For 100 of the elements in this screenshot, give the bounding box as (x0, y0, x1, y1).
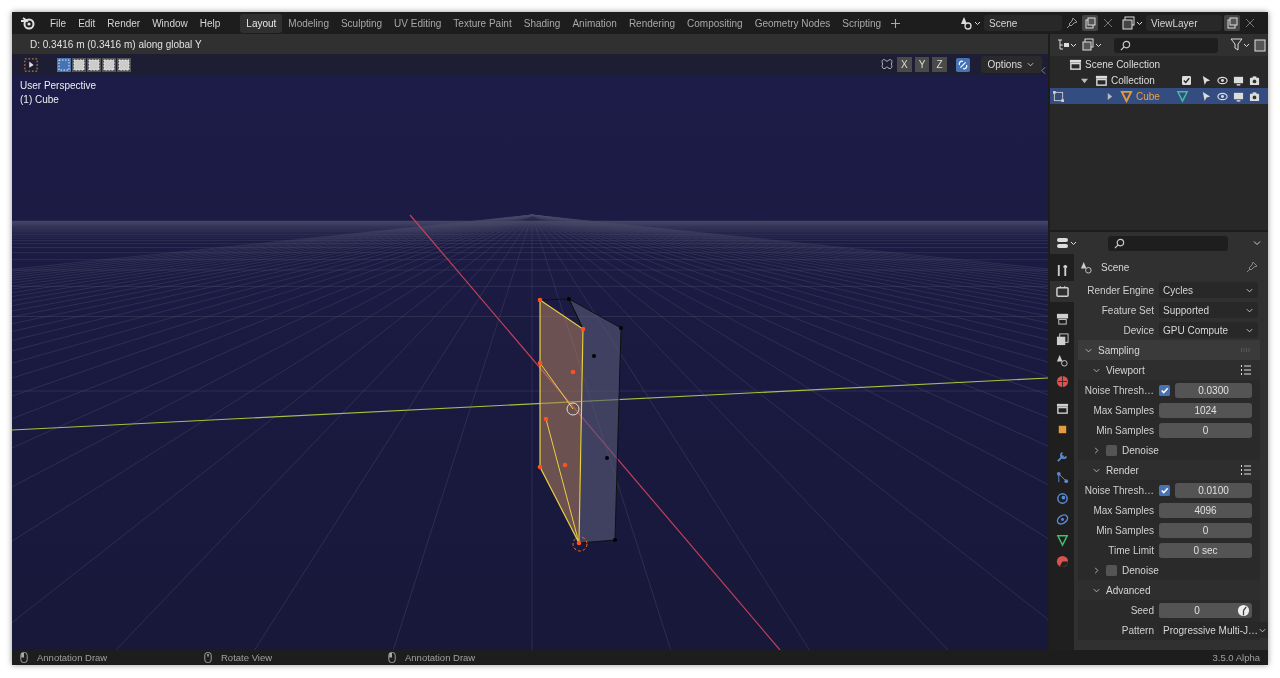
drag-handle-icon[interactable] (1240, 347, 1252, 353)
editor-type-icon[interactable] (1056, 236, 1078, 250)
options-dropdown[interactable]: Options (980, 56, 1042, 73)
workspace-tab[interactable]: UV Editing (388, 13, 448, 33)
workspace-tab[interactable]: Animation (566, 13, 623, 33)
eye-icon[interactable] (1217, 74, 1228, 86)
version-text: 3.5.0 Alpha (1212, 652, 1260, 663)
tool-icon (1055, 264, 1069, 277)
list-icon[interactable] (1240, 364, 1252, 376)
workspace-tab[interactable]: Modeling (282, 13, 335, 33)
chevron-down-icon (1026, 60, 1035, 69)
number-field[interactable]: 1024 (1159, 402, 1252, 418)
monitor-icon[interactable] (1233, 74, 1244, 86)
viewport-info-text: (1) Cube (20, 94, 60, 105)
butterfly-icon[interactable] (880, 57, 895, 72)
outliner-row[interactable]: Scene Collection (1050, 56, 1268, 72)
search-field[interactable] (1108, 235, 1228, 251)
add-workspace-icon[interactable] (891, 18, 901, 28)
filter-icon[interactable] (1229, 38, 1251, 52)
view-layer-field[interactable]: ViewLayer (1146, 15, 1222, 31)
selection-mode-icon[interactable] (102, 57, 116, 72)
checkbox[interactable] (1106, 564, 1117, 576)
outliner-row[interactable]: Cube (1050, 88, 1268, 104)
number-field[interactable]: 0 sec (1159, 542, 1252, 558)
number-field[interactable]: 0 (1159, 522, 1252, 538)
filter-mode-icon[interactable] (1081, 38, 1103, 52)
axis-toggle[interactable]: Z (932, 57, 947, 72)
camera-icon[interactable] (1249, 74, 1260, 86)
property-label: Device (1122, 324, 1154, 336)
disclosure-triangle-icon[interactable] (1106, 92, 1113, 100)
panel-header[interactable]: Denoise (1078, 440, 1260, 460)
property-label: Noise Thresh… (1083, 384, 1154, 396)
dropdown[interactable]: Supported (1159, 302, 1258, 318)
link-icon[interactable] (955, 57, 970, 72)
number-field[interactable]: 0.0100 (1175, 482, 1252, 498)
properties-tab[interactable] (1050, 281, 1074, 302)
pin-icon[interactable] (1244, 259, 1260, 275)
number-field[interactable]: 4096 (1159, 502, 1252, 518)
chevron-down-icon[interactable] (1252, 238, 1262, 248)
workspace-tab[interactable]: Shading (517, 13, 567, 33)
cursor-arrow-icon[interactable] (1201, 74, 1212, 86)
workspace-tab[interactable]: Geometry Nodes (748, 13, 837, 33)
checkbox[interactable] (1182, 75, 1191, 85)
copy-icon[interactable] (1224, 15, 1240, 31)
dropdown[interactable]: GPU Compute (1159, 322, 1258, 338)
eye-icon[interactable] (1217, 90, 1228, 102)
workspace-tab[interactable]: Rendering (622, 13, 682, 33)
status-hint: Annotation Draw (405, 652, 476, 663)
workspace-tab[interactable]: Compositing (681, 13, 749, 33)
axis-toggle[interactable]: Y (914, 57, 930, 72)
menu-item[interactable]: Window (146, 17, 194, 29)
display-mode-icon[interactable] (1056, 38, 1078, 52)
menu-item[interactable]: File (44, 17, 73, 29)
clock-icon[interactable] (1237, 603, 1250, 617)
printer-icon (1055, 312, 1069, 325)
checkbox[interactable] (1106, 444, 1117, 456)
menu-item[interactable]: Render (101, 17, 147, 29)
checkbox[interactable] (1159, 484, 1170, 496)
triangle-icon (1120, 89, 1133, 103)
selection-mode-icon[interactable] (57, 57, 71, 72)
menu-item[interactable]: Help (193, 17, 227, 29)
scene-field[interactable]: Scene (984, 15, 1062, 31)
search-field[interactable] (1114, 37, 1218, 53)
number-field[interactable]: 0.0300 (1175, 382, 1252, 398)
selection-mode-icon[interactable] (117, 57, 131, 72)
property-label: Max Samples (1092, 404, 1154, 416)
selection-mode-icon[interactable] (72, 57, 86, 72)
camera-icon[interactable] (1249, 90, 1260, 102)
pin-icon[interactable] (1064, 15, 1080, 31)
number-field[interactable]: 0 (1159, 422, 1252, 438)
monitor-icon[interactable] (1233, 90, 1244, 102)
scene-icon (1080, 260, 1093, 274)
workspace-tab[interactable]: Texture Paint (447, 13, 518, 33)
selection-mode-icon[interactable] (87, 57, 101, 72)
new-collection-icon[interactable] (1254, 38, 1266, 52)
panel-header[interactable]: Sampling (1078, 340, 1260, 360)
select-box-tool-icon[interactable] (24, 57, 38, 72)
view-layer-icon[interactable] (1122, 16, 1144, 30)
sidebar-toggle-icon[interactable] (1041, 66, 1046, 75)
dropdown[interactable]: Cycles (1159, 282, 1258, 298)
property-label: Min Samples (1095, 424, 1154, 436)
outliner-row[interactable]: Collection (1050, 72, 1268, 88)
list-icon[interactable] (1240, 464, 1252, 476)
workspace-tab[interactable]: Scripting (836, 13, 888, 33)
cursor-arrow-icon[interactable] (1201, 90, 1212, 102)
workspace-tab[interactable]: Sculpting (334, 13, 389, 33)
disclosure-triangle-icon[interactable] (1081, 76, 1088, 84)
sphere-icon (1055, 555, 1069, 568)
workspace-tab[interactable]: Layout (240, 13, 283, 33)
copy-icon[interactable] (1082, 15, 1098, 31)
wrench-icon (1055, 450, 1069, 463)
image-stack-icon (1055, 333, 1069, 346)
menu-item[interactable]: Edit (72, 17, 102, 29)
panel-header[interactable]: Denoise (1078, 560, 1260, 580)
blender-logo-icon[interactable] (20, 15, 36, 31)
scene-icon[interactable] (960, 16, 982, 30)
axis-toggle[interactable]: X (897, 57, 912, 72)
property-label: Pattern (1120, 624, 1154, 636)
checkbox[interactable] (1159, 384, 1170, 396)
mesh-data-icon[interactable] (1174, 89, 1190, 103)
